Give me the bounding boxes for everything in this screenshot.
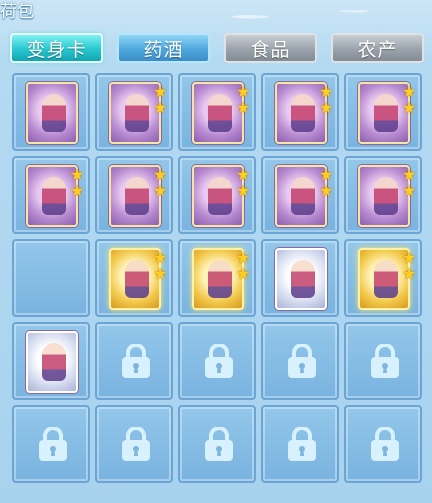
character-portrait [125, 260, 149, 298]
transform-card-item[interactable]: ★ ★ [192, 165, 250, 227]
transform-card-item[interactable] [26, 331, 78, 393]
star-rating: ★ ★ [402, 84, 418, 116]
locked-slot[interactable] [344, 405, 422, 483]
inventory-slot[interactable] [12, 73, 90, 151]
star-icon: ★ [402, 181, 417, 200]
tab-farm-produce[interactable]: 农产 [331, 33, 424, 63]
character-portrait [42, 343, 66, 381]
transform-card-item[interactable]: ★ ★ [109, 165, 167, 227]
transform-card-item[interactable]: ★ ★ [358, 248, 416, 310]
inventory-slot[interactable]: ★ ★ [261, 156, 339, 234]
transform-card-item[interactable]: ★ ★ [109, 248, 167, 310]
inventory-slot[interactable]: ★ ★ [95, 239, 173, 317]
character-portrait [42, 177, 66, 215]
inventory-slot[interactable]: ★ ★ [178, 239, 256, 317]
lock-icon [288, 344, 316, 378]
character-portrait [125, 177, 149, 215]
star-icon: ★ [153, 98, 168, 117]
locked-slot[interactable] [95, 405, 173, 483]
cloud-decoration [172, 0, 432, 28]
tab-food[interactable]: 食品 [224, 33, 317, 63]
star-icon: ★ [402, 264, 417, 283]
star-rating: ★ ★ [153, 250, 169, 282]
star-icon: ★ [153, 264, 168, 283]
inventory-slot[interactable]: ★ ★ [344, 239, 422, 317]
tab-transform-card[interactable]: 变身卡 [10, 33, 103, 63]
character-portrait [374, 177, 398, 215]
star-icon: ★ [70, 181, 85, 200]
inventory-slot[interactable]: ★ ★ [95, 156, 173, 234]
inventory-slot[interactable]: ★ ★ [178, 73, 256, 151]
star-rating: ★ ★ [153, 167, 169, 199]
character-portrait [42, 94, 66, 132]
lock-icon [288, 427, 316, 461]
locked-slot[interactable] [344, 322, 422, 400]
star-rating: ★ ★ [236, 84, 252, 116]
inventory-slot[interactable]: ★ ★ [344, 156, 422, 234]
lock-icon [371, 344, 399, 378]
lock-icon [122, 427, 150, 461]
star-icon: ★ [236, 98, 251, 117]
star-rating: ★ ★ [319, 84, 335, 116]
star-rating: ★ ★ [402, 167, 418, 199]
lock-icon [371, 427, 399, 461]
star-icon: ★ [402, 98, 417, 117]
character-portrait [374, 260, 398, 298]
transform-card-item[interactable]: ★ ★ [275, 82, 333, 144]
inventory-slot[interactable]: ★ ★ [261, 73, 339, 151]
inventory-slot[interactable]: ★ ★ [178, 156, 256, 234]
star-rating: ★ ★ [153, 84, 169, 116]
lock-icon [39, 427, 67, 461]
star-rating: ★ ★ [70, 167, 86, 199]
character-portrait [125, 94, 149, 132]
inventory-slot[interactable]: ★ ★ [12, 156, 90, 234]
locked-slot[interactable] [178, 322, 256, 400]
inventory-grid: ★ ★ ★ ★ ★ ★ ★ ★ ★ ★ ★ ★ ★ ★ ★ ★ ★ ★ ★ ★ ★ ★ ★ ★ [12, 73, 422, 493]
character-portrait [208, 177, 232, 215]
transform-card-item[interactable]: ★ ★ [358, 165, 416, 227]
character-portrait [291, 177, 315, 215]
star-rating: ★ ★ [236, 167, 252, 199]
inventory-slot[interactable]: ★ ★ [344, 73, 422, 151]
star-rating: ★ ★ [319, 167, 335, 199]
bag-panel: 荷包 变身卡 药酒 食品 农产 ★ ★ ★ ★ ★ ★ ★ ★ ★ ★ ★ ★ ★ ★ ★ ★ ★ ★ ★ ★ ★ ★ ★ ★ [0, 0, 432, 503]
locked-slot[interactable] [261, 405, 339, 483]
locked-slot[interactable] [178, 405, 256, 483]
lock-icon [205, 427, 233, 461]
empty-slot[interactable] [12, 239, 90, 317]
star-icon: ★ [236, 181, 251, 200]
transform-card-item[interactable]: ★ ★ [26, 165, 84, 227]
transform-card-item[interactable]: ★ ★ [192, 82, 250, 144]
locked-slot[interactable] [261, 322, 339, 400]
window-title: 荷包 [0, 2, 34, 22]
locked-slot[interactable] [95, 322, 173, 400]
star-rating: ★ ★ [236, 250, 252, 282]
character-portrait [374, 94, 398, 132]
character-portrait [291, 260, 315, 298]
transform-card-item[interactable]: ★ ★ [275, 165, 333, 227]
inventory-slot[interactable]: ★ ★ [95, 73, 173, 151]
character-portrait [208, 260, 232, 298]
star-icon: ★ [319, 98, 334, 117]
lock-icon [205, 344, 233, 378]
transform-card-item[interactable]: ★ ★ [192, 248, 250, 310]
tab-medicine-wine[interactable]: 药酒 [117, 33, 210, 63]
character-portrait [208, 94, 232, 132]
inventory-slot[interactable] [12, 322, 90, 400]
transform-card-item[interactable]: ★ ★ [109, 82, 167, 144]
star-icon: ★ [153, 181, 168, 200]
character-portrait [291, 94, 315, 132]
transform-card-item[interactable]: ★ ★ [358, 82, 416, 144]
star-icon: ★ [319, 181, 334, 200]
transform-card-item[interactable] [26, 82, 78, 144]
tab-bar: 变身卡 药酒 食品 农产 [0, 33, 432, 65]
locked-slot[interactable] [12, 405, 90, 483]
star-icon: ★ [236, 264, 251, 283]
transform-card-item[interactable] [275, 248, 327, 310]
lock-icon [122, 344, 150, 378]
inventory-slot[interactable] [261, 239, 339, 317]
star-rating: ★ ★ [402, 250, 418, 282]
